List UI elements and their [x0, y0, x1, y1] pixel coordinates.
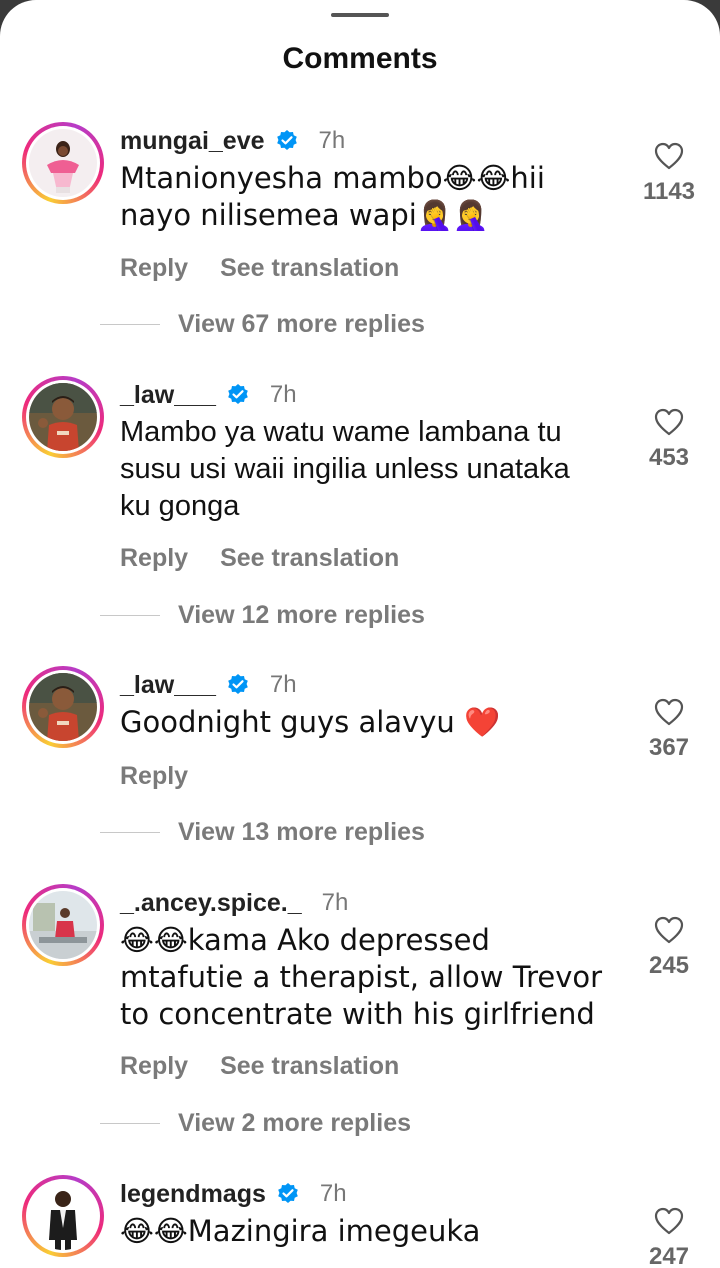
like-count: 453 [648, 444, 690, 471]
avatar-cartoon-kenya-jersey-icon [29, 673, 97, 741]
like-count: 245 [648, 952, 690, 979]
comment-text: Goodnight guys alavyu ❤️ [120, 705, 501, 739]
view-replies-label: View 13 more replies [178, 818, 425, 846]
see-translation-button[interactable]: See translation [220, 1052, 399, 1081]
view-replies-label: View 67 more replies [178, 310, 425, 338]
like-button[interactable]: 453 [638, 408, 700, 472]
heart-outline-icon [654, 916, 684, 944]
comment-actions: Reply See translation [120, 254, 399, 283]
avatar[interactable] [22, 122, 104, 204]
avatar-man-suit-icon [29, 1182, 97, 1250]
drag-handle[interactable] [331, 13, 389, 17]
comment-text: 😂😂Mazingira imegeuka [120, 1214, 481, 1248]
like-count: 367 [648, 734, 690, 761]
like-button[interactable]: 1143 [638, 142, 700, 206]
view-replies-label: View 12 more replies [178, 601, 425, 629]
verified-badge-icon [228, 674, 248, 694]
avatar[interactable] [22, 884, 104, 966]
avatar-woman-pink-dress-icon [29, 129, 97, 197]
comment-actions: Reply See translation [120, 544, 399, 573]
comment-text: Mambo ya watu wame lambana tu susu usi w… [120, 416, 570, 522]
see-translation-button[interactable]: See translation [220, 254, 399, 283]
verified-badge-icon [228, 384, 248, 404]
username[interactable]: legendmags [120, 1180, 266, 1209]
replies-divider [100, 832, 160, 833]
heart-outline-icon [654, 408, 684, 436]
like-button[interactable]: 247 [638, 1207, 700, 1268]
reply-button[interactable]: Reply [120, 544, 188, 573]
username[interactable]: _law___ [120, 671, 216, 700]
avatar[interactable] [22, 376, 104, 458]
avatar-cartoon-kenya-jersey-icon [29, 383, 97, 451]
timestamp: 7h [321, 889, 349, 916]
avatar-person-outdoor-icon [29, 891, 97, 959]
comment-actions: Reply See translation [120, 1052, 399, 1081]
heart-outline-icon [654, 698, 684, 726]
comments-sheet: Comments mungai_eve 7h Mtanionyesha mamb… [0, 0, 720, 1268]
comment-text: Mtanionyesha mambo😂😂hii nayo nilisemea w… [120, 161, 545, 232]
heart-outline-icon [654, 142, 684, 170]
replies-divider [100, 615, 160, 616]
like-button[interactable]: 245 [638, 916, 700, 980]
avatar[interactable] [22, 1175, 104, 1257]
see-translation-button[interactable]: See translation [220, 544, 399, 573]
reply-button[interactable]: Reply [120, 1052, 188, 1081]
replies-divider [100, 1123, 160, 1124]
view-replies-button[interactable]: View 13 more replies [100, 818, 425, 847]
view-replies-label: View 2 more replies [178, 1109, 411, 1137]
view-replies-button[interactable]: View 67 more replies [100, 310, 425, 339]
timestamp: 7h [318, 127, 346, 154]
avatar[interactable] [22, 666, 104, 748]
like-button[interactable]: 367 [638, 698, 700, 762]
username[interactable]: mungai_eve [120, 127, 265, 156]
verified-badge-icon [278, 1183, 298, 1203]
heart-outline-icon [654, 1207, 684, 1235]
reply-button[interactable]: Reply [120, 254, 188, 283]
like-count: 247 [648, 1243, 690, 1268]
replies-divider [100, 324, 160, 325]
reply-button[interactable]: Reply [120, 762, 188, 791]
comment-text: 😂😂kama Ako depressed mtafutie a therapis… [120, 923, 603, 1031]
timestamp: 7h [269, 381, 297, 408]
timestamp: 7h [269, 671, 297, 698]
comment-actions: Reply [120, 762, 188, 791]
verified-badge-icon [276, 130, 297, 150]
like-count: 1143 [642, 178, 696, 205]
view-replies-button[interactable]: View 2 more replies [100, 1109, 411, 1138]
sheet-title: Comments [282, 42, 438, 75]
timestamp: 7h [319, 1180, 347, 1207]
username[interactable]: _.ancey.spice._ [120, 889, 302, 918]
username[interactable]: _law___ [120, 381, 216, 410]
view-replies-button[interactable]: View 12 more replies [100, 601, 425, 630]
